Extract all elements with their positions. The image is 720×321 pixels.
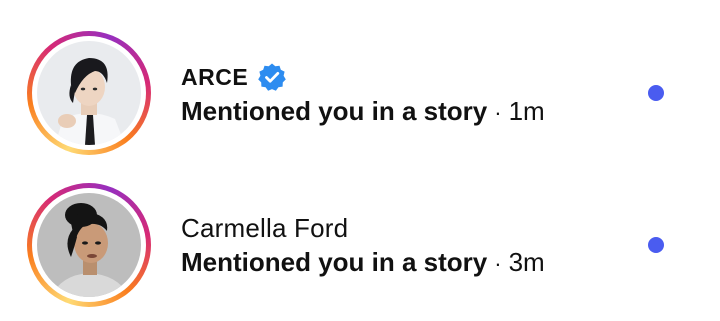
avatar-gap: [32, 188, 146, 302]
avatar-gap: [32, 36, 146, 150]
notification-text: ARCE Mentioned you in a story · 1m: [181, 62, 545, 130]
name-line: Carmella Ford: [181, 213, 545, 243]
avatar[interactable]: [37, 41, 141, 145]
notification-row[interactable]: ARCE Mentioned you in a story · 1m: [0, 18, 720, 168]
notification-list: ARCE Mentioned you in a story · 1m Carme…: [0, 0, 720, 321]
unread-indicator: [648, 237, 664, 253]
timestamp: 1m: [508, 96, 545, 126]
avatar-portrait-icon: [37, 41, 141, 145]
message-line: Mentioned you in a story · 3m: [181, 247, 545, 281]
separator-dot: ·: [494, 100, 502, 125]
separator-dot: ·: [494, 251, 502, 276]
timestamp: 3m: [508, 247, 545, 277]
notification-message: Mentioned you in a story: [181, 96, 488, 126]
notification-row[interactable]: Carmella Ford Mentioned you in a story ·…: [0, 170, 720, 320]
verified-badge-icon: [257, 62, 287, 92]
notification-text: Carmella Ford Mentioned you in a story ·…: [181, 213, 545, 281]
avatar[interactable]: [37, 193, 141, 297]
unread-indicator: [648, 85, 664, 101]
name-line: ARCE: [181, 62, 545, 92]
story-ring[interactable]: [27, 183, 151, 307]
notification-message: Mentioned you in a story: [181, 247, 488, 277]
story-ring[interactable]: [27, 31, 151, 155]
username[interactable]: ARCE: [181, 64, 248, 91]
avatar-portrait-icon: [37, 193, 141, 297]
message-line: Mentioned you in a story · 1m: [181, 96, 545, 130]
username[interactable]: Carmella Ford: [181, 213, 348, 244]
